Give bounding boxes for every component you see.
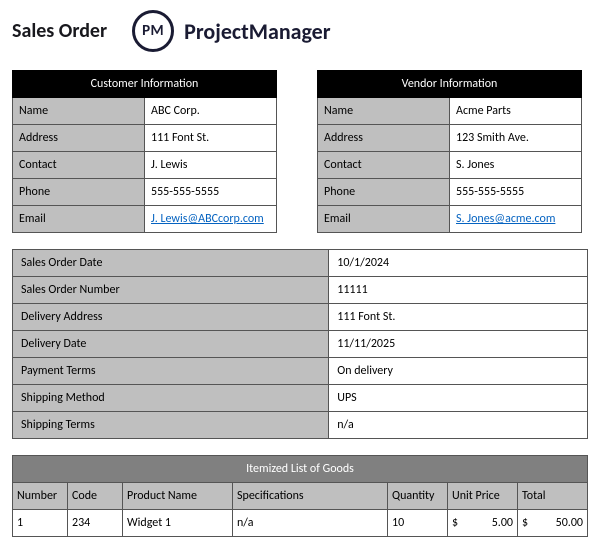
customer-name-label: Name xyxy=(13,98,145,125)
item-code: 234 xyxy=(68,510,123,537)
items-table: Itemized List of Goods Number Code Produ… xyxy=(12,455,588,537)
col-qty: Quantity xyxy=(388,483,448,510)
col-total: Total xyxy=(518,483,588,510)
customer-contact: J. Lewis xyxy=(145,152,277,179)
shipping-method: UPS xyxy=(329,385,588,412)
customer-email-link[interactable]: J. Lewis@ABCcorp.com xyxy=(151,212,264,226)
vendor-contact: S. Jones xyxy=(450,152,582,179)
item-spec: n/a xyxy=(233,510,388,537)
customer-contact-label: Contact xyxy=(13,152,145,179)
unit-value: 5.00 xyxy=(492,516,513,530)
document-title: Sales Order xyxy=(12,19,107,43)
customer-info-table: Customer Information NameABC Corp. Addre… xyxy=(12,70,277,233)
item-unit-price: $5.00 xyxy=(448,510,518,537)
document-header: Sales Order PM ProjectManager xyxy=(12,10,588,52)
payment-terms-label: Payment Terms xyxy=(13,358,329,385)
shipping-terms: n/a xyxy=(329,412,588,439)
pm-logo-icon: PM xyxy=(132,10,174,52)
customer-address-label: Address xyxy=(13,125,145,152)
col-spec: Specifications xyxy=(233,483,388,510)
currency-symbol: $ xyxy=(452,516,458,530)
order-date-label: Sales Order Date xyxy=(13,250,329,277)
vendor-contact-label: Contact xyxy=(318,152,450,179)
customer-address: 111 Font St. xyxy=(145,125,277,152)
payment-terms: On delivery xyxy=(329,358,588,385)
order-number: 11111 xyxy=(329,277,588,304)
table-row: 1 234 Widget 1 n/a 10 $5.00 $50.00 xyxy=(13,510,588,537)
vendor-name-label: Name xyxy=(318,98,450,125)
delivery-address: 111 Font St. xyxy=(329,304,588,331)
currency-symbol: $ xyxy=(522,516,528,530)
total-value: 50.00 xyxy=(556,516,583,530)
vendor-phone-label: Phone xyxy=(318,179,450,206)
vendor-address: 123 Smith Ave. xyxy=(450,125,582,152)
order-details-table: Sales Order Date10/1/2024 Sales Order Nu… xyxy=(12,249,588,439)
customer-phone-label: Phone xyxy=(13,179,145,206)
delivery-address-label: Delivery Address xyxy=(13,304,329,331)
items-heading: Itemized List of Goods xyxy=(13,456,588,483)
vendor-email-link[interactable]: S. Jones@acme.com xyxy=(456,212,555,226)
delivery-date: 11/11/2025 xyxy=(329,331,588,358)
vendor-heading: Vendor Information xyxy=(318,71,582,98)
item-qty: 10 xyxy=(388,510,448,537)
col-unit: Unit Price xyxy=(448,483,518,510)
order-date: 10/1/2024 xyxy=(329,250,588,277)
item-number: 1 xyxy=(13,510,68,537)
shipping-method-label: Shipping Method xyxy=(13,385,329,412)
vendor-email-label: Email xyxy=(318,206,450,233)
col-product: Product Name xyxy=(123,483,233,510)
item-product: Widget 1 xyxy=(123,510,233,537)
delivery-date-label: Delivery Date xyxy=(13,331,329,358)
brand-logo: PM ProjectManager xyxy=(132,10,330,52)
customer-name: ABC Corp. xyxy=(145,98,277,125)
vendor-address-label: Address xyxy=(318,125,450,152)
vendor-phone: 555-555-5555 xyxy=(450,179,582,206)
col-code: Code xyxy=(68,483,123,510)
customer-heading: Customer Information xyxy=(13,71,277,98)
col-number: Number xyxy=(13,483,68,510)
customer-email-label: Email xyxy=(13,206,145,233)
customer-phone: 555-555-5555 xyxy=(145,179,277,206)
item-total: $50.00 xyxy=(518,510,588,537)
order-number-label: Sales Order Number xyxy=(13,277,329,304)
shipping-terms-label: Shipping Terms xyxy=(13,412,329,439)
brand-name: ProjectManager xyxy=(184,18,330,45)
vendor-name: Acme Parts xyxy=(450,98,582,125)
vendor-info-table: Vendor Information NameAcme Parts Addres… xyxy=(317,70,582,233)
